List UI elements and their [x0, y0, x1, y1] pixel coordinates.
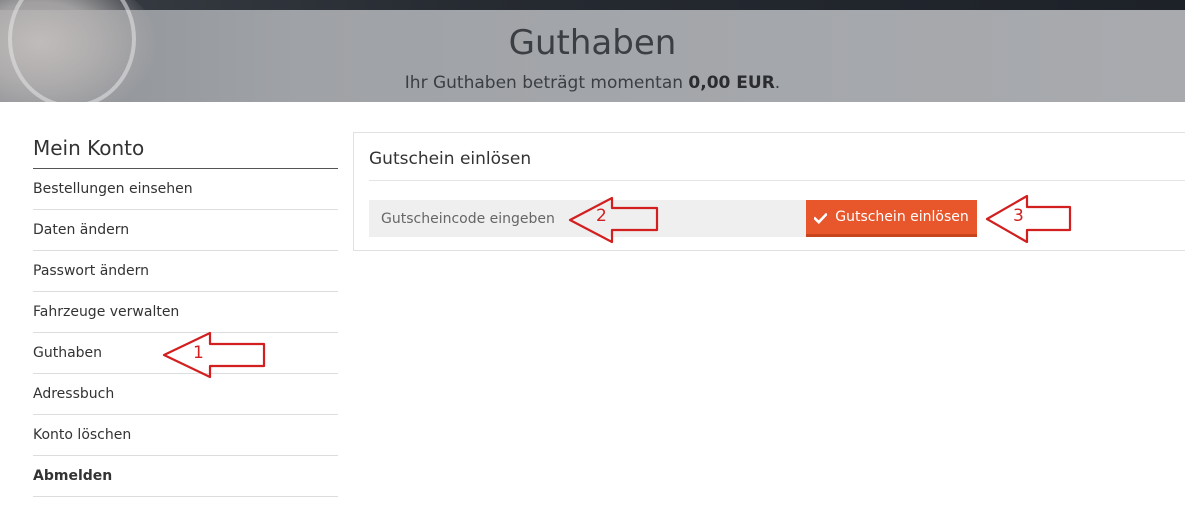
redeem-button-label: Gutschein einlösen: [835, 209, 969, 225]
sidebar-title: Mein Konto: [33, 134, 338, 169]
annotation-arrow-1: [162, 331, 267, 379]
hero-top-bar: [0, 0, 1185, 10]
sidebar-item-fahrzeuge[interactable]: Fahrzeuge verwalten: [33, 292, 338, 333]
voucher-panel-title: Gutschein einlösen: [369, 149, 532, 169]
sidebar-item-passwort[interactable]: Passwort ändern: [33, 251, 338, 292]
annotation-arrow-3: [985, 194, 1073, 244]
panel-divider: [369, 180, 1185, 181]
balance-prefix: Ihr Guthaben beträgt momentan: [404, 73, 689, 93]
account-sidebar: Mein Konto Bestellungen einsehen Daten ä…: [33, 134, 338, 497]
annotation-arrow-2: [568, 196, 660, 244]
annotation-label-1: 1: [193, 343, 204, 363]
sidebar-item-konto-loeschen[interactable]: Konto löschen: [33, 415, 338, 456]
annotation-label-3: 3: [1013, 206, 1024, 226]
balance-value: 0,00 EUR: [688, 73, 775, 93]
annotation-label-2: 2: [596, 206, 607, 226]
redeem-voucher-button[interactable]: Gutschein einlösen: [806, 200, 977, 237]
balance-text: Ihr Guthaben beträgt momentan 0,00 EUR.: [0, 71, 1185, 95]
sidebar-item-daten[interactable]: Daten ändern: [33, 210, 338, 251]
sidebar-item-adressbuch[interactable]: Adressbuch: [33, 374, 338, 415]
sidebar-item-bestellungen[interactable]: Bestellungen einsehen: [33, 169, 338, 210]
hero-banner: Guthaben Ihr Guthaben beträgt momentan 0…: [0, 0, 1185, 102]
balance-suffix: .: [774, 73, 781, 93]
page-title: Guthaben: [508, 23, 677, 63]
check-icon: [813, 212, 829, 224]
sidebar-item-abmelden[interactable]: Abmelden: [33, 456, 338, 497]
